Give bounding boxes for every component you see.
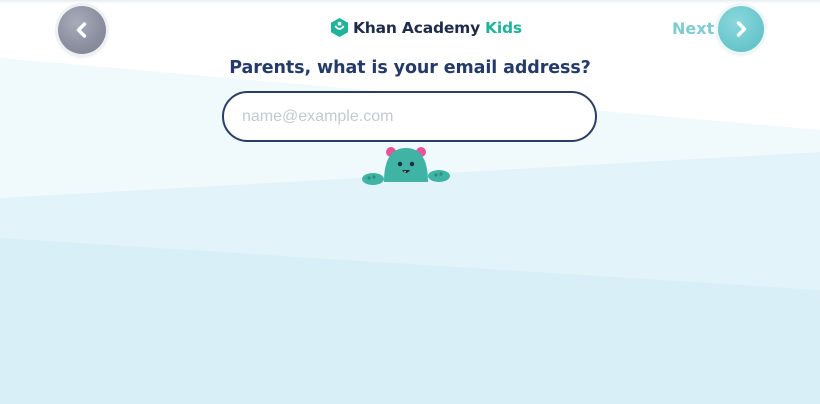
page-title: Parents, what is your email address?: [229, 58, 591, 78]
next-button[interactable]: [718, 6, 764, 52]
logo-brand-text: Khan Academy: [353, 18, 481, 37]
logo-kids-text: Kids: [485, 18, 522, 37]
khan-academy-hexagon-icon: [330, 18, 349, 37]
back-button[interactable]: [58, 6, 106, 54]
email-field[interactable]: [222, 91, 597, 142]
peeking-bear-mascot: [362, 147, 450, 185]
khan-academy-kids-logo: Khan Academy Kids: [330, 17, 522, 38]
chevron-right-icon: [736, 21, 747, 37]
next-label[interactable]: Next: [672, 19, 714, 38]
top-edge-shadow: [0, 0, 820, 4]
chevron-left-icon: [76, 22, 87, 38]
